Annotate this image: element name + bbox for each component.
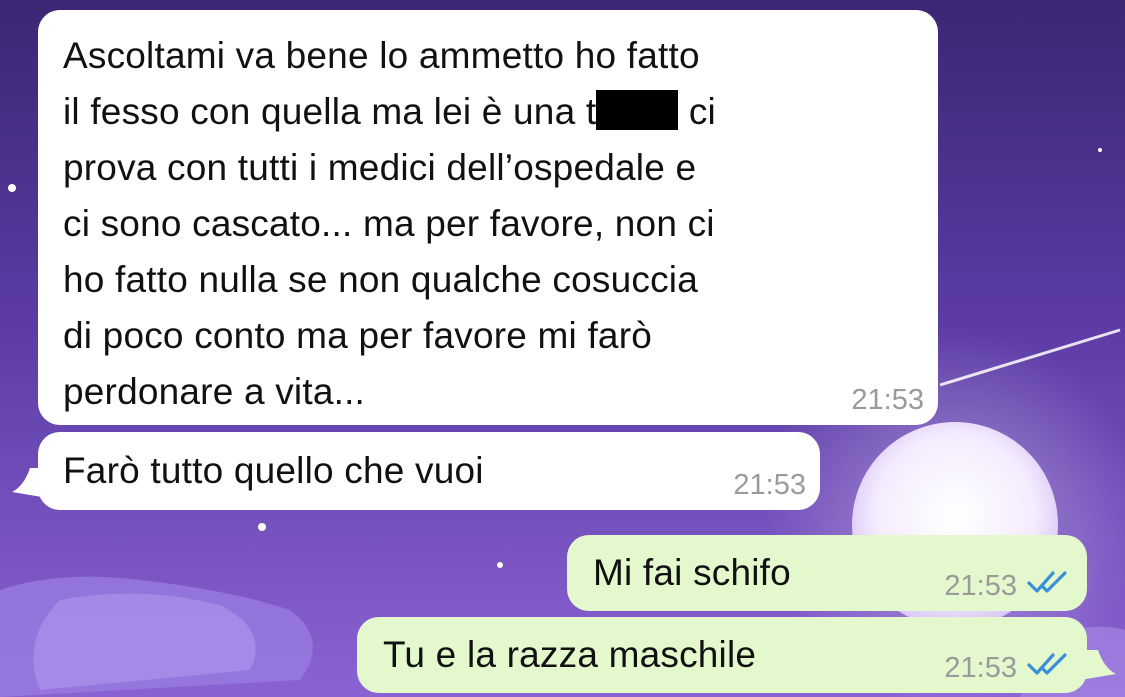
incoming-message-bubble[interactable]: Ascoltami va bene lo ammetto ho fatto il… [38,10,938,425]
read-double-check-icon [1027,571,1067,593]
message-text: Ascoltami va bene lo ammetto ho fatto il… [63,28,938,420]
read-double-check-icon [1027,653,1067,675]
message-line: ci sono cascato... ma per favore, non ci [63,203,715,244]
message-text: Farò tutto quello che vuoi [63,450,484,491]
outgoing-message-bubble[interactable]: Mi fai schifo 21:53 [567,535,1087,611]
message-line: ci [688,91,716,132]
message-line: di poco conto ma per favore mi farò [63,315,653,356]
message-line: ho fatto nulla se non qualche cosuccia [63,259,698,300]
message-line: perdonare a vita... [63,371,366,412]
message-timestamp: 21:53 [944,570,1017,602]
message-timestamp: 21:53 [944,652,1017,684]
message-timestamp: 21:53 [851,384,924,416]
message-line: il fesso con quella ma lei è una t [63,91,597,132]
redaction-bar [596,90,679,130]
outgoing-message-bubble[interactable]: Tu e la razza maschile 21:53 [357,617,1087,693]
message-line: Ascoltami va bene lo ammetto ho fatto [63,35,700,76]
message-timestamp: 21:53 [733,469,806,501]
incoming-message-bubble[interactable]: Farò tutto quello che vuoi 21:53 [38,432,820,510]
message-line: prova con tutti i medici dell’ospedale e [63,147,697,188]
